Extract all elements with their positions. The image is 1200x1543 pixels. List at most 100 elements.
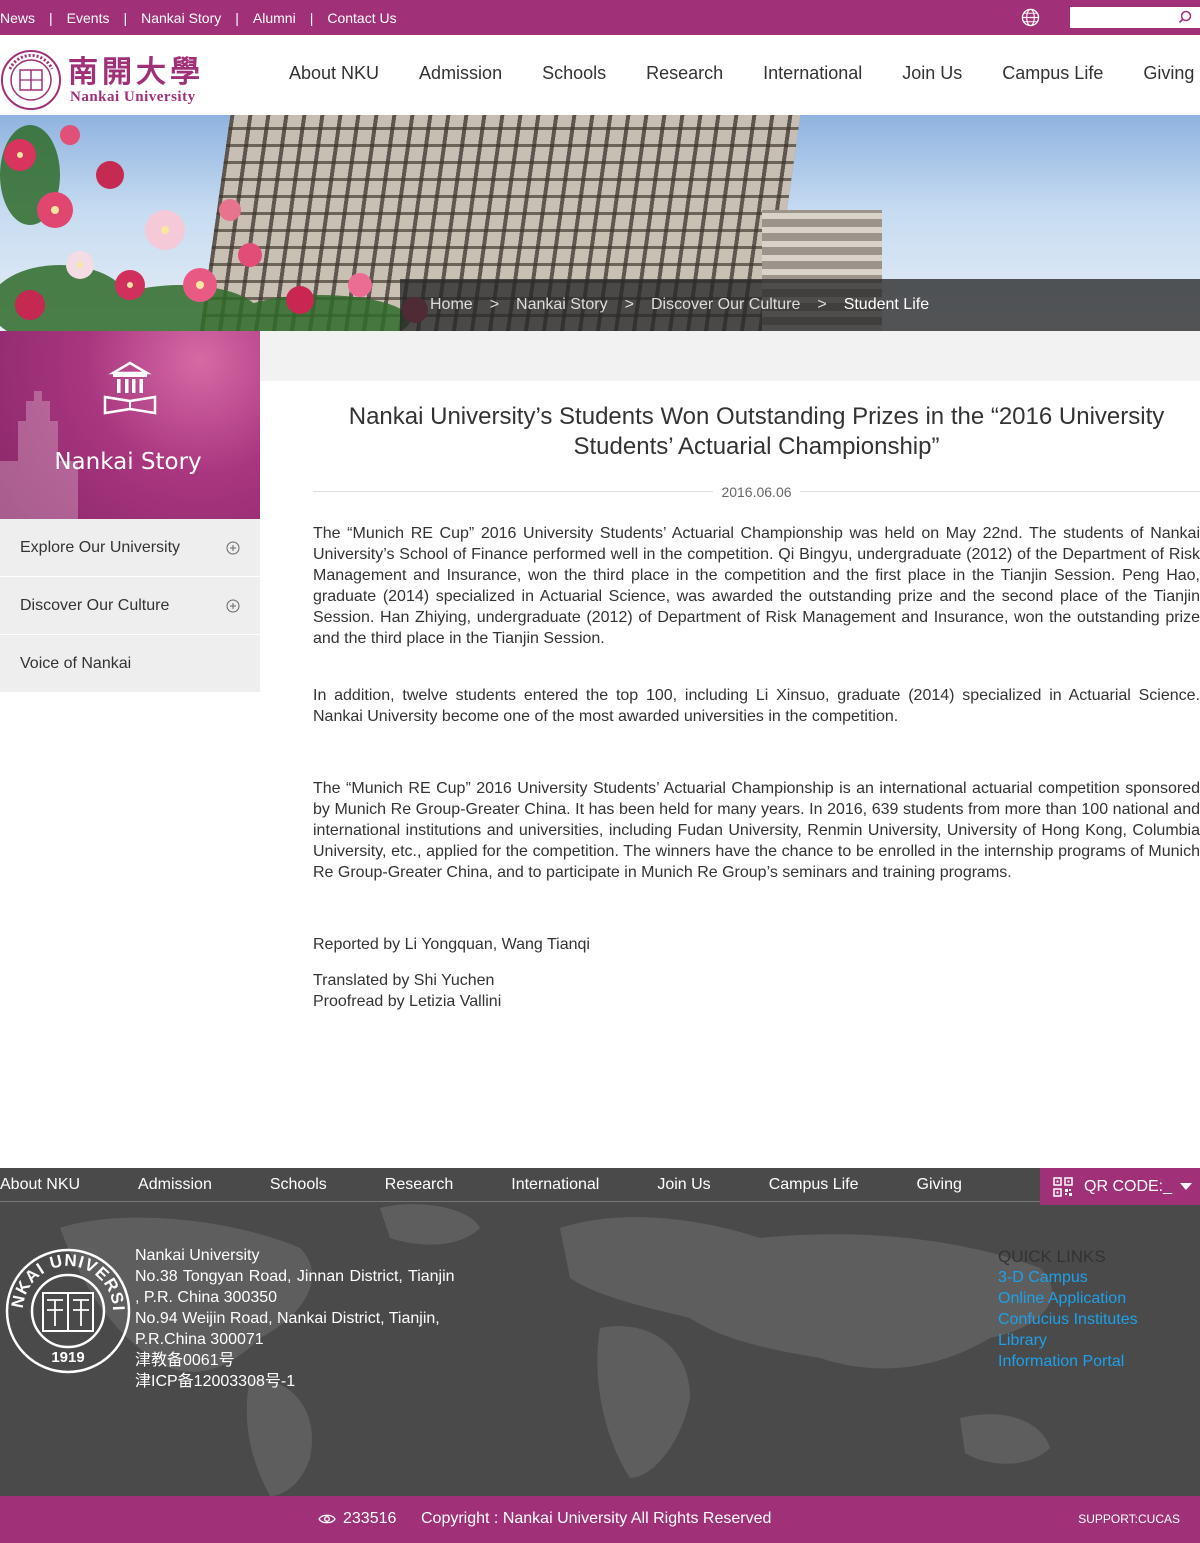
sidebar-item-discover-our-culture[interactable]: Discover Our Culture: [0, 577, 260, 635]
logo-chinese-name: 南開大學: [68, 55, 204, 90]
main-nav: About NKU Admission Schools Research Int…: [289, 63, 1200, 84]
breadcrumb-separator: >: [624, 296, 634, 313]
nav-giving[interactable]: Giving: [1143, 63, 1194, 84]
breadcrumb: Home > Nankai Story > Discover Our Cultu…: [400, 279, 1200, 331]
banner-image: Home > Nankai Story > Discover Our Cultu…: [0, 115, 1200, 331]
qr-code-dropdown[interactable]: QR CODE:_: [1040, 1168, 1200, 1205]
top-links: News | Events | Nankai Story | Alumni | …: [0, 0, 397, 35]
banner-flowers: [0, 125, 428, 331]
university-seal: NANKAI UNIVERSITY 1919: [5, 1248, 131, 1374]
quick-link-information-portal[interactable]: Information Portal: [998, 1351, 1138, 1372]
separator: |: [235, 9, 239, 26]
qr-code-label: QR CODE:_: [1084, 1177, 1173, 1195]
top-bar: News | Events | Nankai Story | Alumni | …: [0, 0, 1200, 35]
article-proofreader: Proofread by Letizia Vallini: [313, 993, 502, 1010]
logo-english-name: Nankai University: [70, 89, 196, 105]
address-line: No.38 Tongyan Road, Jinnan District, Tia…: [135, 1268, 455, 1285]
article-title: Nankai University’s Students Won Outstan…: [348, 403, 1165, 460]
search-input[interactable]: [1070, 7, 1175, 28]
quick-links-title: QUICK LINKS: [998, 1247, 1106, 1266]
breadcrumb-discover-our-culture[interactable]: Discover Our Culture: [651, 296, 800, 314]
nav-schools[interactable]: Schools: [542, 63, 606, 84]
top-link-news[interactable]: News: [0, 10, 35, 26]
address-line: 津教备0061号: [135, 1352, 235, 1369]
sidebar-item-voice-of-nankai[interactable]: Voice of Nankai: [0, 635, 260, 693]
article-paragraph: The “Munich RE Cup” 2016 University Stud…: [313, 780, 1200, 881]
sidebar-item-label: Discover Our Culture: [20, 596, 170, 614]
address-line: Nankai University: [135, 1247, 260, 1264]
footer-nav-about-nku[interactable]: About NKU: [0, 1176, 80, 1194]
footer-address: Nankai University No.38 Tongyan Road, Ji…: [135, 1245, 455, 1392]
top-link-contact-us[interactable]: Contact Us: [327, 10, 396, 26]
search-icon[interactable]: [1178, 10, 1192, 24]
separator: |: [309, 9, 314, 26]
top-link-nankai-story[interactable]: Nankai Story: [141, 10, 221, 26]
footer-nav-join-us[interactable]: Join Us: [657, 1176, 710, 1194]
breadcrumb-nankai-story[interactable]: Nankai Story: [516, 296, 608, 314]
eye-icon: [318, 1514, 336, 1524]
address-line: No.94 Weijin Road, Nankai District, Tian…: [135, 1310, 440, 1327]
search-box: [1070, 7, 1200, 28]
article-date-bar: 2016.06.06: [313, 484, 1200, 500]
article-body: The “Munich RE Cup” 2016 University Stud…: [313, 523, 1200, 1012]
article-reporter: Reported by Li Yongquan, Wang Tianqi: [313, 936, 590, 953]
seal-icon: [1, 50, 61, 110]
sidebar-menu: Explore Our University Discover Our Cult…: [0, 519, 260, 693]
footer-nav-campus-life[interactable]: Campus Life: [769, 1176, 859, 1194]
article-paragraph: The “Munich RE Cup” 2016 University Stud…: [313, 525, 1200, 647]
quick-link-confucius-institutes[interactable]: Confucius Institutes: [998, 1309, 1138, 1330]
sidebar-header: Nankai Story: [0, 331, 260, 519]
footer-nav-admission[interactable]: Admission: [138, 1176, 212, 1194]
seal-text: NANKAI UNIVERSITY: [5, 1248, 127, 1312]
address-line: , P.R. China 300350: [135, 1289, 278, 1306]
footer-nav: About NKU Admission Schools Research Int…: [0, 1168, 1040, 1202]
copyright-text: Copyright : Nankai University All Rights…: [421, 1510, 772, 1527]
quick-link-library[interactable]: Library: [998, 1330, 1138, 1351]
copyright-bar: 233516 Copyright : Nankai University All…: [0, 1496, 1200, 1543]
article-paragraph: In addition, twelve students entered the…: [313, 687, 1200, 725]
article: Nankai University’s Students Won Outstan…: [313, 381, 1200, 1012]
breadcrumb-current: Student Life: [843, 296, 930, 313]
qr-code-icon: [1053, 1176, 1073, 1197]
separator: |: [123, 9, 128, 26]
footer-nav-giving[interactable]: Giving: [917, 1176, 962, 1194]
sidebar-title: Nankai Story: [54, 449, 202, 475]
content-top-bar: [260, 331, 1200, 381]
article-date: 2016.06.06: [713, 484, 800, 500]
svg-text:NANKAI UNIVERSITY: NANKAI UNIVERSITY: [5, 1248, 128, 1312]
quick-link-3d-campus[interactable]: 3-D Campus: [998, 1267, 1138, 1288]
support-credit: SUPPORT:CUCAS: [1078, 1512, 1180, 1526]
seal-year: 1919: [51, 1349, 84, 1366]
breadcrumb-separator: >: [489, 296, 500, 313]
footer-nav-international[interactable]: International: [511, 1176, 599, 1194]
nav-join-us[interactable]: Join Us: [902, 63, 962, 84]
nav-about-nku[interactable]: About NKU: [289, 63, 379, 84]
footer-nav-research[interactable]: Research: [385, 1176, 453, 1194]
breadcrumb-home[interactable]: Home: [430, 296, 473, 314]
footer-nav-schools[interactable]: Schools: [270, 1176, 327, 1194]
sidebar-item-label: Explore Our University: [20, 538, 181, 556]
nav-campus-life[interactable]: Campus Life: [1002, 63, 1103, 84]
quick-links: QUICK LINKS 3-D Campus Online Applicatio…: [998, 1246, 1138, 1372]
plus-circle-icon[interactable]: [226, 599, 240, 613]
globe-icon[interactable]: [1021, 8, 1040, 27]
footer: About NKU Admission Schools Research Int…: [0, 1168, 1200, 1496]
nav-research[interactable]: Research: [646, 63, 723, 84]
sidebar-item-explore-our-university[interactable]: Explore Our University: [0, 519, 260, 577]
article-translator: Translated by Shi Yuchen: [313, 972, 495, 989]
breadcrumb-separator: >: [817, 296, 827, 313]
chevron-down-icon: [1180, 1183, 1192, 1190]
university-logo[interactable]: 南開大學 Nankai University: [0, 45, 215, 110]
library-icon: [103, 361, 157, 415]
separator: |: [49, 9, 53, 26]
address-line: 津ICP备12003308号-1: [135, 1373, 296, 1390]
nav-admission[interactable]: Admission: [419, 63, 502, 84]
visit-counter: 233516: [343, 1510, 397, 1527]
top-link-alumni[interactable]: Alumni: [253, 10, 296, 26]
header: 南開大學 Nankai University About NKU Admissi…: [0, 35, 1200, 115]
top-link-events[interactable]: Events: [67, 10, 110, 26]
address-line: P.R.China 300071: [135, 1331, 264, 1348]
plus-circle-icon[interactable]: [226, 541, 240, 555]
quick-link-online-application[interactable]: Online Application: [998, 1288, 1138, 1309]
nav-international[interactable]: International: [763, 63, 862, 84]
